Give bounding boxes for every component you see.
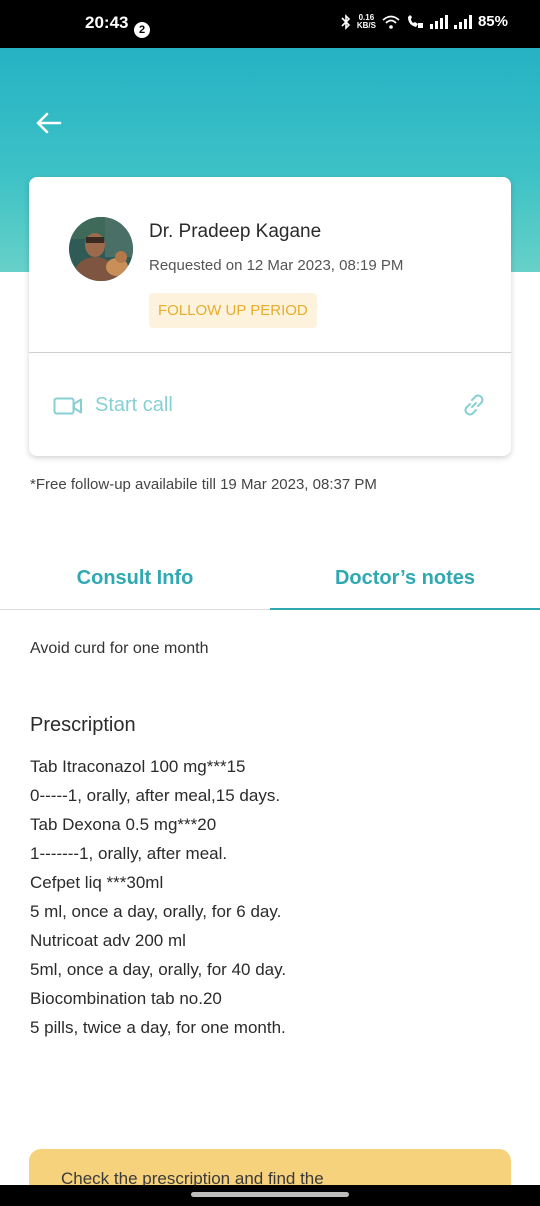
arrow-left-icon: [36, 112, 62, 134]
signal-strength-icon: [429, 14, 448, 29]
prescription-line: 5 ml, once a day, orally, for 6 day.: [30, 902, 282, 921]
doctor-note: Avoid curd for one month: [30, 640, 209, 657]
system-navigation-bar: [0, 1185, 540, 1206]
video-camera-icon: [53, 397, 82, 414]
prescription-line: Nutricoat adv 200 ml: [30, 931, 186, 950]
card-divider: [29, 352, 511, 353]
wifi-icon: [382, 15, 400, 29]
link-icon: [464, 394, 484, 416]
prescription-line: 1-------1, orally, after meal.: [30, 844, 228, 863]
start-call-label: Start call: [95, 394, 173, 416]
doctor-name: Dr. Pradeep Kagane: [149, 221, 322, 242]
follow-up-period-badge: FOLLOW UP PERIOD: [149, 293, 317, 328]
wifi-calling-icon: [407, 14, 423, 28]
free-followup-note: *Free follow-up availabile till 19 Mar 2…: [30, 476, 377, 493]
prescription-line: 0-----1, orally, after meal,15 days.: [30, 786, 281, 805]
prescription-line: Tab Itraconazol 100 mg***15: [30, 757, 246, 776]
battery-percentage: 85%: [477, 13, 508, 30]
home-gesture-handle[interactable]: [191, 1192, 349, 1197]
prescription-line: Biocombination tab no.20: [30, 989, 222, 1008]
requested-date: Requested on 12 Mar 2023, 08:19 PM: [149, 257, 404, 274]
prescription-line: 5 pills, twice a day, for one month.: [30, 1018, 286, 1037]
prescription-title: Prescription: [30, 714, 136, 736]
back-button[interactable]: [30, 105, 66, 141]
doctor-photo: [69, 217, 133, 281]
tab-consult-info[interactable]: Consult Info: [0, 548, 270, 610]
prescription-list: Tab Itraconazol 100 mg***15 0-----1, ora…: [30, 752, 286, 1042]
doctor-avatar: [69, 217, 133, 281]
doctor-card: Dr. Pradeep Kagane Requested on 12 Mar 2…: [29, 177, 511, 456]
status-time: 20:43: [85, 13, 129, 32]
prescription-line: 5ml, once a day, orally, for 40 day.: [30, 960, 287, 979]
prescription-line: Tab Dexona 0.5 mg***20: [30, 815, 217, 834]
network-speed: 0.16 KB/S: [356, 13, 376, 30]
notification-count-badge: 2: [134, 22, 150, 38]
signal-strength-roaming-icon: [453, 14, 472, 29]
tab-doctors-notes[interactable]: Doctor’s notes: [270, 548, 540, 610]
share-link-button[interactable]: [459, 390, 489, 425]
status-bar: 20:43 2 0.16 KB/S 85%: [0, 0, 540, 48]
tab-bar: Consult Info Doctor’s notes: [0, 548, 540, 612]
start-call-button[interactable]: Start call: [53, 394, 173, 417]
bluetooth-icon: [341, 13, 350, 30]
prescription-line: Cefpet liq ***30ml: [30, 873, 164, 892]
network-speed-unit: KB/S: [356, 20, 376, 30]
status-icons: 0.16 KB/S 85%: [341, 13, 508, 30]
